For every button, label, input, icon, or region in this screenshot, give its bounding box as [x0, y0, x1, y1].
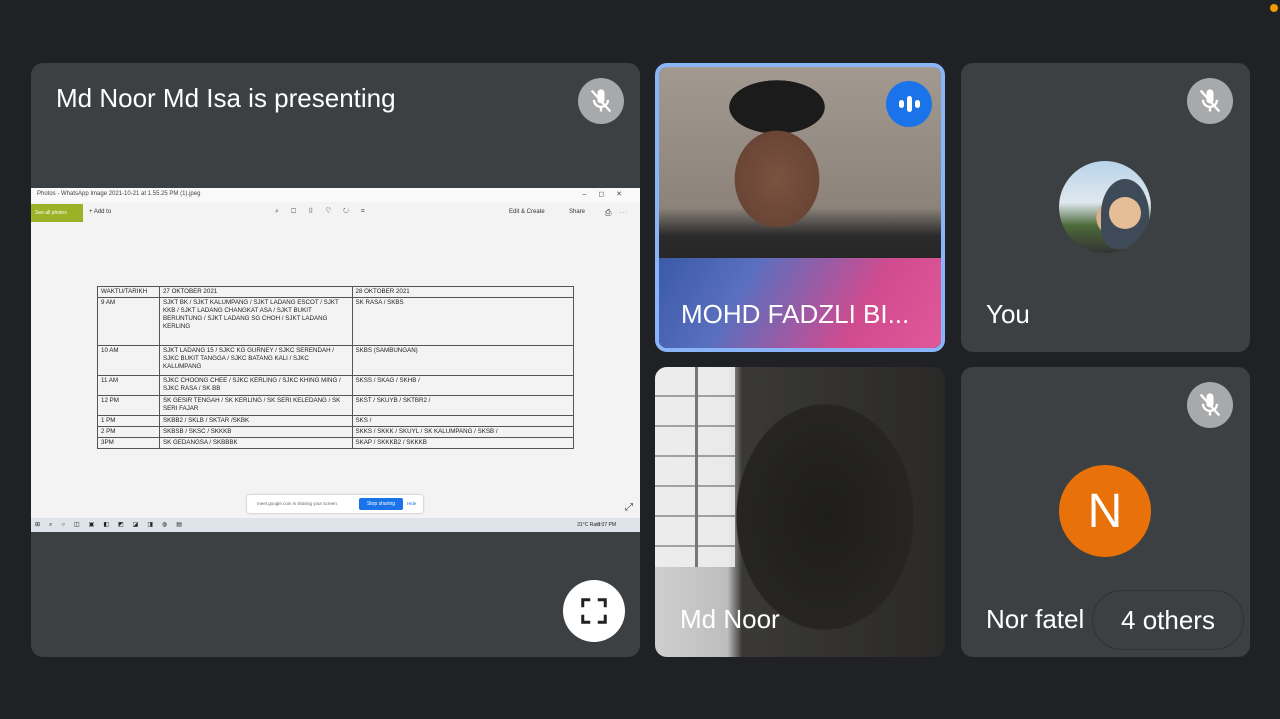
table-cell: 10 AM	[97, 345, 160, 377]
table-cell: 3PM	[97, 437, 160, 450]
table-cell: SKBSB / SKSC / SKKKB	[158, 426, 353, 439]
table-cell: SJKT BK / SJKT KALUMPANG / SJKT LADANG E…	[158, 297, 353, 347]
table-row: 9 AM SJKT BK / SJKT KALUMPANG / SJKT LAD…	[97, 297, 575, 347]
table-header-row: WAKTU/TARIKH 27 OKTOBER 2021 28 OKTOBER …	[97, 285, 575, 299]
table-cell: SKBS (SAMBUNGAN)	[351, 345, 575, 377]
table-row: 11 AM SJKC CHOONG CHEE / SJKC KERLING / …	[97, 375, 575, 397]
zoom-rotate-icons: ⌕▢▯♡↻⌗	[275, 208, 377, 215]
participant-name: Nor fatel	[986, 604, 1085, 634]
participant-tile-others[interactable]: N Nor fatel 4 others	[961, 367, 1250, 657]
table-row: 12 PM SK GESIR TENGAH / SK KERLING / SK …	[97, 395, 575, 417]
window-controls: –◻✕	[582, 191, 634, 198]
taskbar-app-icons: ⊞⌕○◫▣◧◩◪◨◍▤	[35, 522, 191, 528]
table-cell: 11 AM	[97, 375, 160, 397]
notification-dot	[1270, 4, 1278, 12]
table-header: 28 OKTOBER 2021	[351, 285, 575, 299]
table-cell: SKAP / SKKKB2 / SKKKB	[351, 437, 575, 450]
table-cell: 9 AM	[97, 297, 160, 347]
participant-tile-md-noor[interactable]: Md Noor	[655, 367, 945, 657]
avatar	[1059, 161, 1151, 253]
table-cell: SJKC CHOONG CHEE / SJKC KERLING / SJKC K…	[158, 375, 353, 397]
fullscreen-button[interactable]	[563, 580, 625, 642]
share-button: Share	[569, 209, 586, 215]
avatar-face	[1109, 197, 1141, 229]
participant-name: Md Noor	[680, 604, 780, 634]
hide-button: Hide	[407, 501, 417, 506]
window-title: Photos - WhatsApp Image 2021-10-21 at 1.…	[37, 191, 201, 197]
table-cell: SK GESIR TENGAH / SK KERLING / SK SERI K…	[158, 395, 353, 417]
expand-icon: ⤢	[625, 502, 633, 513]
mic-off-icon	[1187, 382, 1233, 428]
schedule-table: WAKTU/TARIKH 27 OKTOBER 2021 28 OKTOBER …	[97, 285, 575, 450]
speaking-indicator-icon	[886, 81, 932, 127]
photos-toolbar: See all photos + Add to ⌕▢▯♡↻⌗ Edit & Cr…	[31, 202, 640, 224]
table-row: 3PM SK GEDANGSA / SKBBBK SKAP / SKKKB2 /…	[97, 437, 575, 450]
others-count-chip[interactable]: 4 others	[1093, 591, 1243, 649]
presentation-tile[interactable]: Md Noor Md Isa is presenting Photos - Wh…	[31, 63, 640, 657]
participant-name: You	[986, 299, 1030, 329]
table-row: 10 AM SJKT LADANG 15 / SJKC KG GURNEY / …	[97, 345, 575, 377]
sharing-message: meet.google.com is sharing your screen.	[257, 501, 339, 506]
edit-create-button: Edit & Create	[509, 209, 545, 215]
table-header: 27 OKTOBER 2021	[158, 285, 353, 299]
participant-tile-you[interactable]: You	[961, 63, 1250, 352]
screen-sharing-bar: meet.google.com is sharing your screen. …	[247, 495, 423, 513]
window-frame	[695, 367, 698, 567]
table-cell: SJKT LADANG 15 / SJKC KG GURNEY / SJKC S…	[158, 345, 353, 377]
table-cell: SK RASA / SKBS	[351, 297, 575, 347]
taskbar-clock: 3:07 PM	[597, 522, 616, 528]
stop-sharing-button: Stop sharing	[359, 498, 403, 510]
table-cell: SKKS / SKKK / SKUYL / SK KALUMPANG / SKS…	[351, 426, 575, 439]
windows-taskbar: ⊞⌕○◫▣◧◩◪◨◍▤ 31°C Rain 3:07 PM	[31, 518, 640, 532]
print-more-icons: ⎙⋯	[605, 208, 636, 217]
mic-off-icon	[1187, 78, 1233, 124]
table-cell: 2 PM	[97, 426, 160, 439]
avatar: N	[1059, 465, 1151, 557]
table-header: WAKTU/TARIKH	[97, 285, 160, 299]
participant-tile-mohd-fadzli[interactable]: MOHD FADZLI BI...	[655, 63, 945, 352]
table-row: 2 PM SKBSB / SKSC / SKKKB SKKS / SKKK / …	[97, 426, 575, 439]
table-cell: SKSS / SKAG / SKHB /	[351, 375, 575, 397]
presenting-title: Md Noor Md Isa is presenting	[56, 83, 396, 113]
table-cell: SK GEDANGSA / SKBBBK	[158, 437, 353, 450]
mic-off-icon	[578, 78, 624, 124]
table-cell: SKS /	[351, 415, 575, 428]
table-row: 1 PM SKBB2 / SKLB / SKTAR /SKBK SKS /	[97, 415, 575, 428]
table-cell: SKST / SKUYB / SKTBR2 /	[351, 395, 575, 417]
table-cell: 12 PM	[97, 395, 160, 417]
add-to-button: + Add to	[89, 209, 112, 215]
window-titlebar: Photos - WhatsApp Image 2021-10-21 at 1.…	[31, 188, 640, 202]
see-all-photos-button: See all photos	[31, 204, 83, 222]
table-cell: SKBB2 / SKLB / SKTAR /SKBK	[158, 415, 353, 428]
participant-name: MOHD FADZLI BI...	[681, 299, 910, 329]
fullscreen-icon	[581, 598, 607, 624]
table-cell: 1 PM	[97, 415, 160, 428]
shared-screen: Photos - WhatsApp Image 2021-10-21 at 1.…	[31, 188, 640, 532]
